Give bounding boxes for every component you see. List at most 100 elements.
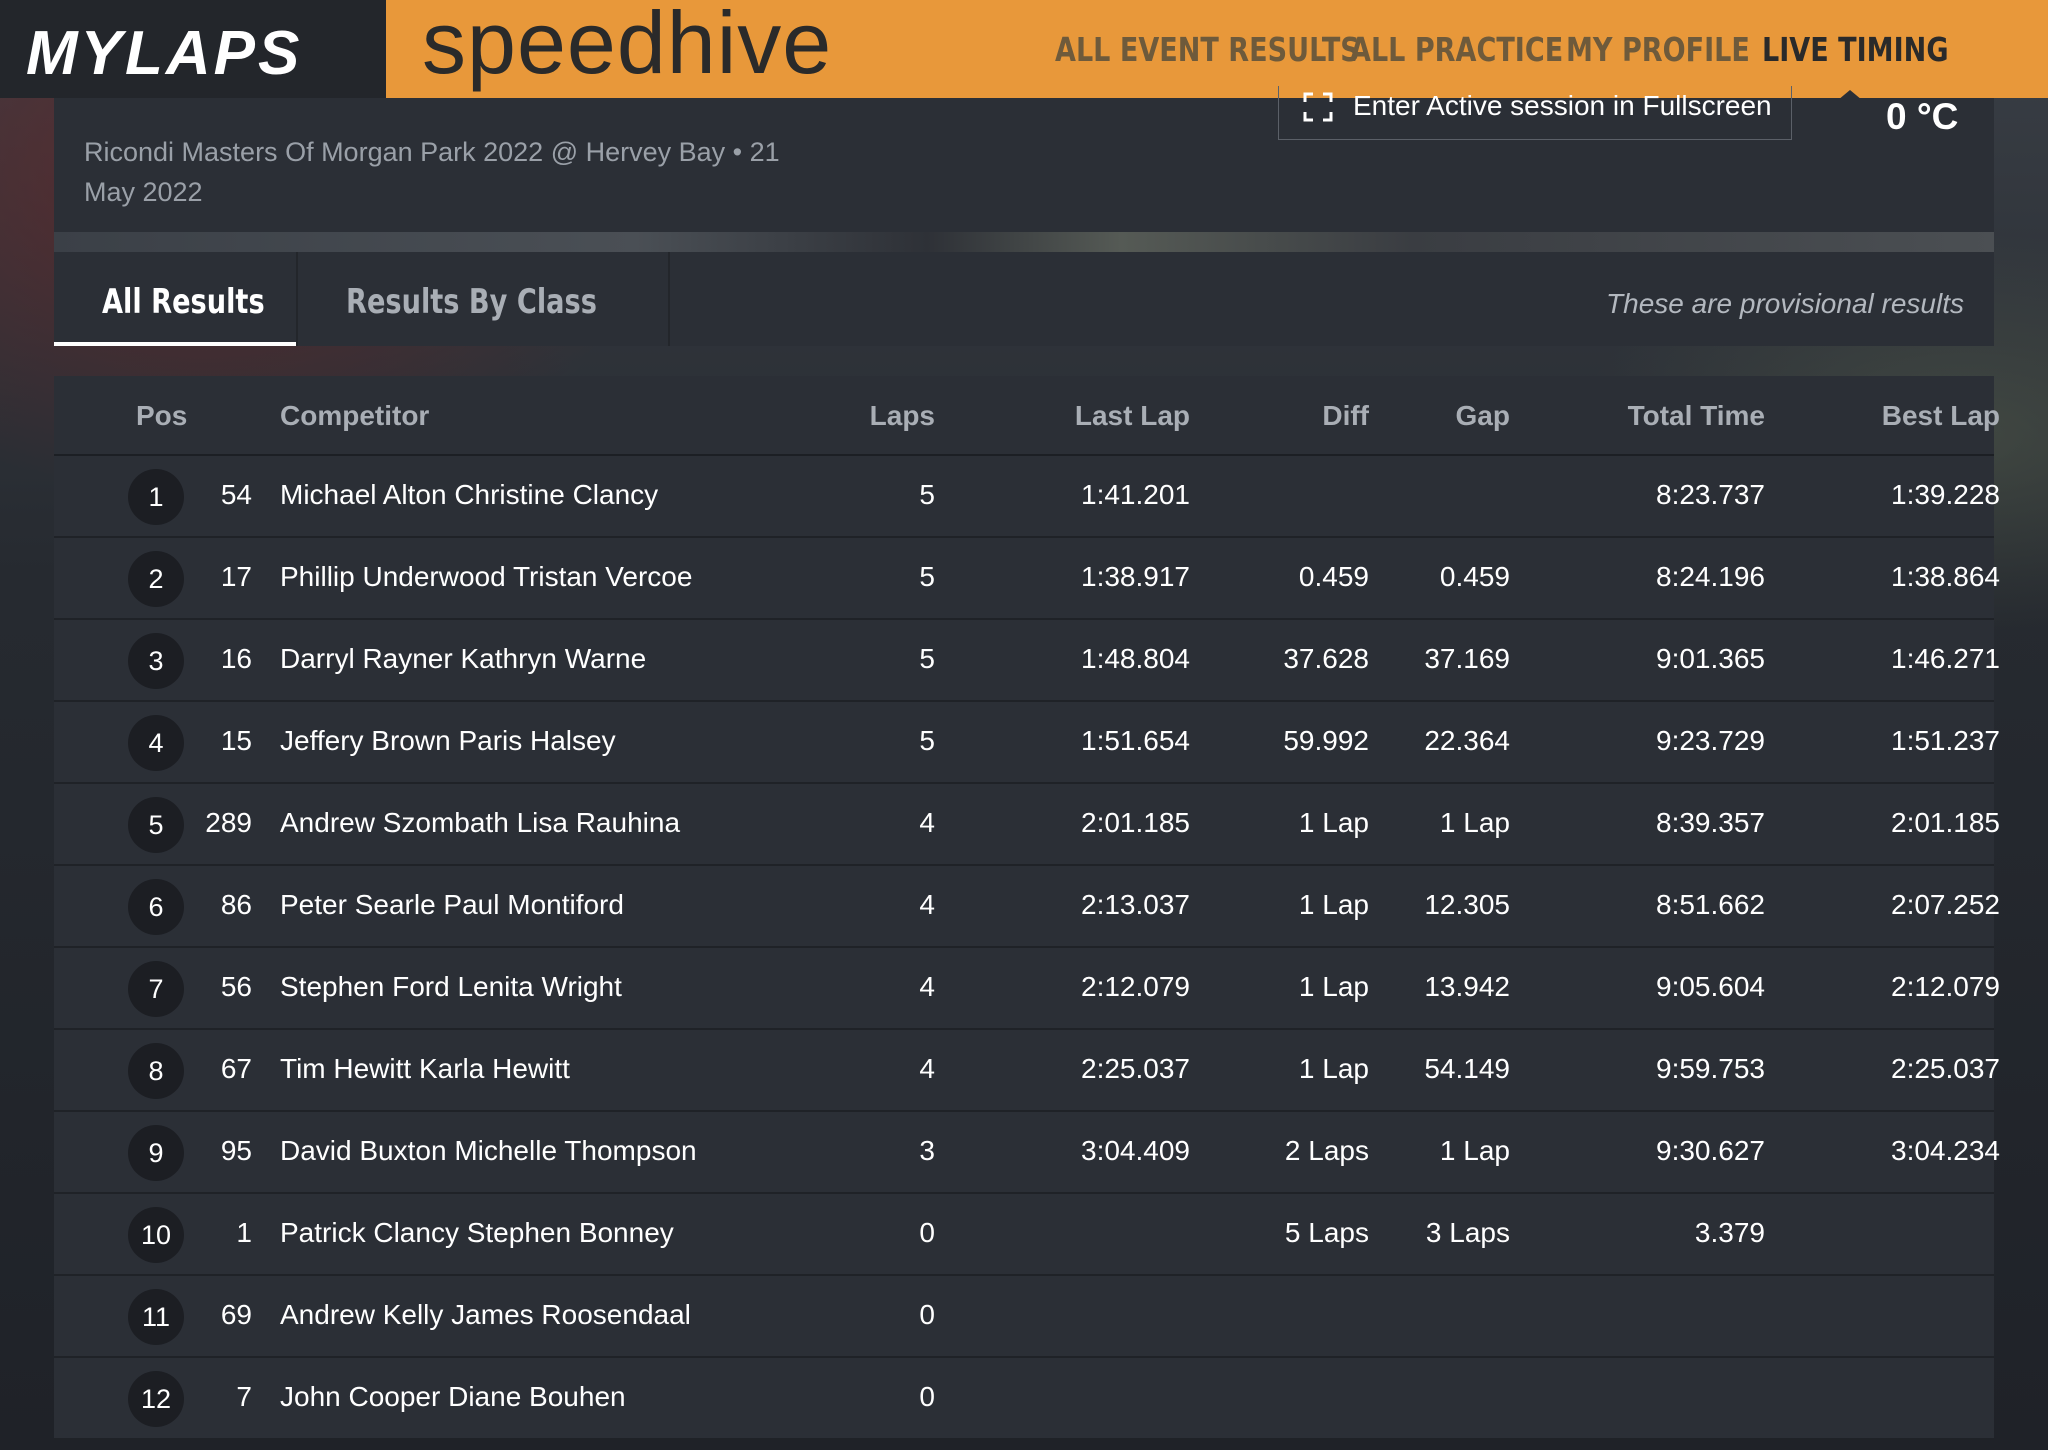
table-row[interactable]: 12 7 John Cooper Diane Bouhen 0 bbox=[54, 1358, 1994, 1440]
row-laps: 5 bbox=[919, 561, 935, 592]
row-competitor[interactable]: Peter Searle Paul Montiford bbox=[280, 889, 624, 921]
row-laps: 0 bbox=[919, 1299, 935, 1330]
table-row[interactable]: 11 69 Andrew Kelly James Roosendaal 0 bbox=[54, 1276, 1994, 1358]
position-badge: 8 bbox=[128, 1043, 184, 1099]
row-diff: 1 Lap bbox=[1298, 889, 1369, 920]
row-best-lap: 2:12.079 bbox=[1891, 971, 2000, 1002]
row-gap: 22.364 bbox=[1424, 725, 1510, 756]
background-strip bbox=[54, 230, 1994, 254]
row-competitor[interactable]: Patrick Clancy Stephen Bonney bbox=[280, 1217, 674, 1249]
row-diff: 37.628 bbox=[1283, 643, 1369, 674]
row-number: 67 bbox=[220, 1053, 252, 1084]
nav-active-caret-icon bbox=[1838, 90, 1862, 100]
row-best-lap: 1:38.864 bbox=[1891, 561, 2000, 592]
row-total-time: 8:24.196 bbox=[1656, 561, 1765, 592]
table-row[interactable]: 8 67 Tim Hewitt Karla Hewitt 4 2:25.037 1 Lap… bbox=[54, 1030, 2000, 1112]
table-row[interactable]: 5 289 Andrew Szombath Lisa Rauhina 4 2:01.18… bbox=[54, 784, 2000, 866]
table-row[interactable]: 6 86 Peter Searle Paul Montiford 4 2:13.037 1… bbox=[54, 866, 2000, 948]
tab-all-results[interactable]: All Results bbox=[54, 252, 296, 346]
col-competitor[interactable]: Competitor bbox=[280, 400, 429, 432]
row-last-lap: 2:01.185 bbox=[1081, 807, 1190, 838]
position-badge: 2 bbox=[128, 551, 184, 607]
nav-all-event-results[interactable]: ALL EVENT RESULTS bbox=[1055, 30, 1360, 69]
row-best-lap: 1:51.237 bbox=[1891, 725, 2000, 756]
tab-all-results-label: All Results bbox=[102, 282, 265, 322]
row-diff: 1 Lap bbox=[1298, 1053, 1369, 1084]
table-row[interactable]: 1 54 Michael Alton Christine Clancy 5 1:41.2… bbox=[54, 456, 2000, 538]
tab-results-by-class-label: Results By Class bbox=[346, 282, 597, 322]
row-competitor[interactable]: Phillip Underwood Tristan Vercoe bbox=[280, 561, 692, 593]
row-laps: 0 bbox=[919, 1217, 935, 1248]
nav-all-practice[interactable]: ALL PRACTICE bbox=[1350, 30, 1563, 69]
row-last-lap: 1:48.804 bbox=[1081, 643, 1190, 674]
position-badge: 4 bbox=[128, 715, 184, 771]
mylaps-logo[interactable]: MYLAPS bbox=[26, 18, 302, 89]
row-number: 69 bbox=[220, 1299, 252, 1330]
fullscreen-button[interactable]: Enter Active session in Fullscreen bbox=[1278, 86, 1792, 140]
row-last-lap: 3:04.409 bbox=[1081, 1135, 1190, 1166]
row-number: 56 bbox=[220, 971, 252, 1002]
row-gap: 1 Lap bbox=[1439, 1135, 1510, 1166]
row-gap: 54.149 bbox=[1424, 1053, 1510, 1084]
row-laps: 0 bbox=[919, 1381, 935, 1412]
row-last-lap: 2:25.037 bbox=[1081, 1053, 1190, 1084]
row-competitor[interactable]: Stephen Ford Lenita Wright bbox=[280, 971, 622, 1003]
col-best-lap[interactable]: Best Lap bbox=[1882, 400, 2000, 432]
col-laps[interactable]: Laps bbox=[870, 400, 935, 432]
row-number: 1 bbox=[236, 1217, 252, 1248]
row-competitor[interactable]: Michael Alton Christine Clancy bbox=[280, 479, 658, 511]
row-laps: 5 bbox=[919, 479, 935, 510]
row-competitor[interactable]: John Cooper Diane Bouhen bbox=[280, 1381, 626, 1413]
col-gap[interactable]: Gap bbox=[1456, 400, 1510, 432]
row-number: 17 bbox=[220, 561, 252, 592]
row-last-lap: 1:41.201 bbox=[1081, 479, 1190, 510]
col-pos[interactable]: Pos bbox=[136, 400, 187, 432]
row-competitor[interactable]: David Buxton Michelle Thompson bbox=[280, 1135, 697, 1167]
speedhive-logo[interactable]: speedhive bbox=[422, 0, 832, 94]
row-gap: 1 Lap bbox=[1439, 807, 1510, 838]
row-laps: 3 bbox=[919, 1135, 935, 1166]
row-laps: 5 bbox=[919, 725, 935, 756]
row-laps: 4 bbox=[919, 889, 935, 920]
row-competitor[interactable]: Jeffery Brown Paris Halsey bbox=[280, 725, 616, 757]
event-subtitle: Ricondi Masters Of Morgan Park 2022 @ He… bbox=[84, 137, 780, 207]
row-competitor[interactable]: Andrew Szombath Lisa Rauhina bbox=[280, 807, 680, 839]
table-row[interactable]: 3 16 Darryl Rayner Kathryn Warne 5 1:48.804 3… bbox=[54, 620, 2000, 702]
position-badge: 12 bbox=[128, 1371, 184, 1427]
row-diff: 5 Laps bbox=[1284, 1217, 1369, 1248]
col-total-time[interactable]: Total Time bbox=[1628, 400, 1765, 432]
row-best-lap: 1:46.271 bbox=[1891, 643, 2000, 674]
position-badge: 3 bbox=[128, 633, 184, 689]
table-row[interactable]: 9 95 David Buxton Michelle Thompson 3 3:04.4… bbox=[54, 1112, 2000, 1194]
nav-my-profile[interactable]: MY PROFILE bbox=[1566, 30, 1750, 69]
row-total-time: 8:51.662 bbox=[1656, 889, 1765, 920]
row-best-lap: 2:01.185 bbox=[1891, 807, 2000, 838]
position-badge: 7 bbox=[128, 961, 184, 1017]
row-gap: 13.942 bbox=[1424, 971, 1510, 1002]
row-number: 86 bbox=[220, 889, 252, 920]
row-competitor[interactable]: Andrew Kelly James Roosendaal bbox=[280, 1299, 691, 1331]
table-row[interactable]: 7 56 Stephen Ford Lenita Wright 4 2:12.079 1 … bbox=[54, 948, 2000, 1030]
row-last-lap: 1:51.654 bbox=[1081, 725, 1190, 756]
top-bar: MYLAPS speedhive ALL EVENT RESULTS ALL P… bbox=[0, 0, 2048, 98]
row-total-time: 9:23.729 bbox=[1656, 725, 1765, 756]
position-badge: 11 bbox=[128, 1289, 184, 1345]
row-number: 16 bbox=[220, 643, 252, 674]
row-diff: 1 Lap bbox=[1298, 807, 1369, 838]
table-row[interactable]: 2 17 Phillip Underwood Tristan Vercoe 5 1:38… bbox=[54, 538, 2000, 620]
row-number: 54 bbox=[220, 479, 252, 510]
row-last-lap: 1:38.917 bbox=[1081, 561, 1190, 592]
table-row[interactable]: 4 15 Jeffery Brown Paris Halsey 5 1:51.654 59… bbox=[54, 702, 2000, 784]
nav-live-timing[interactable]: LIVE TIMING bbox=[1762, 30, 1949, 69]
row-laps: 4 bbox=[919, 1053, 935, 1084]
results-table: Pos Competitor Laps Last Lap Diff Gap To… bbox=[54, 376, 2000, 1440]
col-last-lap[interactable]: Last Lap bbox=[1075, 400, 1190, 432]
tab-results-by-class[interactable]: Results By Class bbox=[296, 252, 670, 346]
row-best-lap: 1:39.228 bbox=[1891, 479, 2000, 510]
col-diff[interactable]: Diff bbox=[1322, 400, 1369, 432]
row-gap: 0.459 bbox=[1439, 561, 1510, 592]
table-row[interactable]: 10 1 Patrick Clancy Stephen Bonney 0 5 Laps 3… bbox=[54, 1194, 1994, 1276]
row-competitor[interactable]: Tim Hewitt Karla Hewitt bbox=[280, 1053, 570, 1085]
row-diff: 0.459 bbox=[1298, 561, 1369, 592]
row-competitor[interactable]: Darryl Rayner Kathryn Warne bbox=[280, 643, 646, 675]
